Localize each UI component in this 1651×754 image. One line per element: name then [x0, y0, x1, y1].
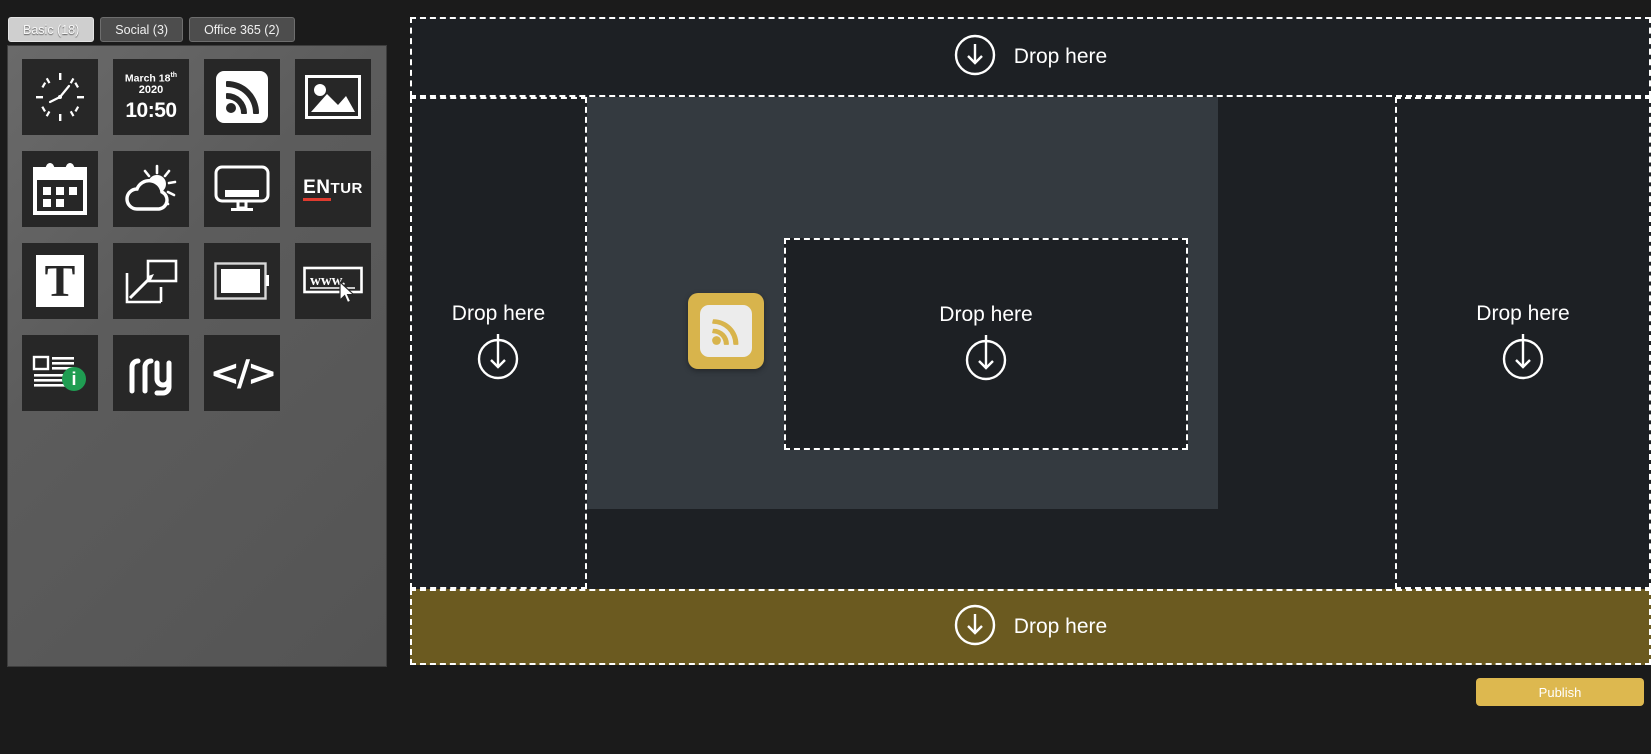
date-suffix: th — [170, 72, 178, 80]
ruter-logo-icon — [126, 349, 176, 397]
dropzone-bottom-content: Drop here — [954, 604, 1107, 651]
date-time-icon: March 18th 2020 10:50 — [125, 72, 177, 121]
download-arrow-icon — [475, 330, 521, 385]
dropzone-bottom[interactable]: Drop here — [410, 589, 1651, 665]
widget-tile-image[interactable] — [295, 59, 371, 135]
entur-logo-icon: EN TUR — [303, 178, 363, 201]
news-info-icon: i — [32, 353, 88, 393]
widget-tile-scale[interactable] — [113, 243, 189, 319]
box-icon — [214, 262, 270, 300]
widget-tile-entur[interactable]: EN TUR — [295, 151, 371, 227]
download-arrow-icon — [963, 331, 1009, 386]
clock-icon — [33, 70, 87, 124]
dropzone-right[interactable]: Drop here — [1395, 97, 1651, 589]
publish-button[interactable]: Publish — [1476, 678, 1644, 706]
rss-icon — [216, 71, 268, 123]
tab-basic[interactable]: Basic (18) — [8, 17, 95, 42]
app-root: Basic (18) Social (3) Office 365 (2) Mar… — [0, 0, 1651, 754]
calendar-icon — [33, 163, 87, 215]
widget-tile-code[interactable]: </> — [204, 335, 280, 411]
text-icon: T — [36, 255, 84, 307]
download-arrow-icon — [954, 604, 996, 651]
dropzone-top-label: Drop here — [1013, 45, 1108, 68]
widget-tile-box[interactable] — [204, 243, 280, 319]
monitor-icon — [214, 165, 270, 213]
dropzone-center[interactable]: Drop here — [784, 238, 1188, 450]
tab-social[interactable]: Social (3) — [100, 17, 184, 42]
dropzone-bottom-label: Drop here — [1013, 615, 1108, 638]
dropzone-left[interactable]: Drop here — [410, 97, 587, 589]
entur-logo-secondary: TUR — [330, 179, 363, 197]
widget-tile-news[interactable]: i — [22, 335, 98, 411]
svg-text:www.: www. — [310, 273, 346, 289]
svg-text:i: i — [71, 369, 76, 389]
widget-tile-ruter[interactable] — [113, 335, 189, 411]
tab-office365[interactable]: Office 365 (2) — [189, 17, 295, 42]
widget-tile-web[interactable]: www. — [295, 243, 371, 319]
dragged-rss-tile[interactable] — [688, 293, 764, 369]
layout-canvas: Drop here Drop here Drop here Drop here … — [410, 17, 1651, 665]
widget-tile-rss[interactable] — [204, 59, 280, 135]
widget-tile-date-time[interactable]: March 18th 2020 10:50 — [113, 59, 189, 135]
weather-icon — [123, 164, 179, 214]
widget-tile-clock[interactable] — [22, 59, 98, 135]
dropzone-center-label: Drop here — [939, 302, 1033, 326]
scale-icon — [124, 257, 178, 305]
widget-palette-panel: March 18th 2020 10:50 EN TUR T www. i </… — [7, 45, 387, 667]
dropzone-left-content: Drop here — [452, 302, 545, 385]
image-icon — [305, 75, 361, 119]
widget-tile-text[interactable]: T — [22, 243, 98, 319]
time-text: 10:50 — [125, 98, 177, 122]
widget-grid: March 18th 2020 10:50 EN TUR T www. i </… — [22, 59, 371, 411]
download-arrow-icon — [1500, 330, 1546, 385]
dragged-rss-icon — [700, 305, 752, 357]
year-text: 2020 — [138, 83, 164, 96]
download-arrow-icon — [954, 34, 996, 81]
dropzone-right-content: Drop here — [1476, 301, 1570, 385]
widget-tile-calendar[interactable] — [22, 151, 98, 227]
entur-logo-primary: EN — [303, 178, 331, 201]
dropzone-top-content: Drop here — [954, 34, 1107, 81]
dropzone-left-label: Drop here — [451, 301, 546, 325]
widget-tile-weather[interactable] — [113, 151, 189, 227]
widget-tile-display[interactable] — [204, 151, 280, 227]
dropzone-top[interactable]: Drop here — [410, 17, 1651, 97]
palette-tab-bar: Basic (18) Social (3) Office 365 (2) — [8, 17, 295, 42]
dropzone-center-content: Drop here — [939, 302, 1033, 386]
dropzone-right-label: Drop here — [1476, 301, 1570, 325]
web-icon: www. — [303, 264, 363, 298]
code-icon: </> — [209, 352, 278, 394]
